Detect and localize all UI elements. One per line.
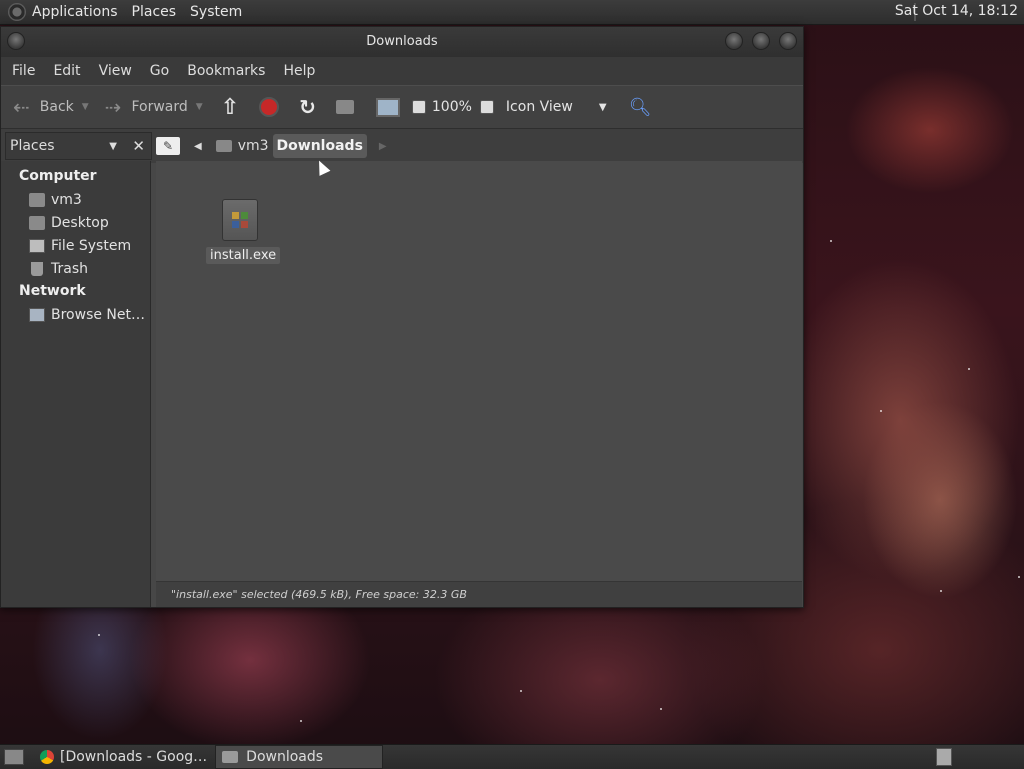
- star: [968, 368, 970, 370]
- home-icon[interactable]: [335, 100, 354, 114]
- maximize-button[interactable]: [752, 32, 770, 50]
- bottom-panel: [Downloads - Goog… Downloads: [0, 744, 1024, 769]
- edit-location-icon[interactable]: ✎: [156, 137, 180, 155]
- menu-edit[interactable]: Edit: [46, 63, 87, 79]
- sidebar-item-vm3[interactable]: vm3: [29, 188, 150, 211]
- taskbar-item-label: [Downloads - Goog…: [60, 749, 208, 765]
- taskbar-item-label: Downloads: [246, 749, 324, 765]
- places-sidebar: Computer vm3 Desktop File System Trash N…: [1, 161, 151, 607]
- breadcrumb-downloads[interactable]: Downloads: [272, 134, 367, 158]
- close-sidebar-icon[interactable]: ✕: [132, 137, 145, 155]
- folder-icon: [222, 751, 239, 763]
- sidebar-item-file-system[interactable]: File System: [29, 234, 150, 257]
- mate-logo-icon[interactable]: [8, 3, 26, 21]
- breadcrumb-right-arrow-icon[interactable]: ▶: [375, 134, 391, 158]
- sidebar-item-trash[interactable]: Trash: [29, 257, 150, 280]
- sidebar-selector[interactable]: Places ▼ ✕: [5, 132, 152, 160]
- forward-arrow-icon: ⇢: [104, 95, 122, 119]
- search-icon[interactable]: 🔍︎: [629, 97, 652, 118]
- star: [940, 590, 942, 592]
- star: [830, 240, 832, 242]
- breadcrumb-left-arrow-icon[interactable]: ◀: [190, 134, 206, 158]
- executable-icon: [222, 199, 258, 241]
- network-icon: [29, 307, 45, 322]
- sidebar-selector-dropdown-icon: ▼: [109, 140, 117, 152]
- file-item[interactable]: install.exe: [206, 199, 281, 264]
- sidebar-item-label: Browse Net…: [51, 306, 146, 323]
- location-row: Places ▼ ✕ ✎ ◀ vm3 Downloads ▶: [1, 129, 803, 163]
- clock[interactable]: Sat Oct 14, 18:12: [895, 3, 1018, 19]
- minimize-button[interactable]: [725, 32, 743, 50]
- stop-icon[interactable]: [259, 97, 280, 117]
- close-button[interactable]: [779, 32, 797, 50]
- show-desktop-icon[interactable]: [4, 749, 24, 765]
- star: [660, 708, 662, 710]
- menu-go[interactable]: Go: [143, 63, 176, 79]
- sidebar-item-label: Desktop: [51, 214, 109, 231]
- chrome-icon: [40, 750, 54, 764]
- menu-bookmarks[interactable]: Bookmarks: [180, 63, 272, 79]
- drive-icon: [29, 238, 45, 253]
- star: [98, 634, 100, 636]
- up-arrow-icon[interactable]: ⇧: [221, 95, 239, 120]
- view-mode-label: Icon View: [505, 99, 573, 115]
- forward-label: Forward: [131, 99, 188, 115]
- star: [520, 690, 522, 692]
- system-menu[interactable]: System: [190, 4, 242, 20]
- workspace-switcher-icon[interactable]: [936, 748, 952, 766]
- menu-view[interactable]: View: [92, 63, 139, 79]
- status-bar: "install.exe" selected (469.5 kB), Free …: [156, 581, 802, 607]
- trash-icon: [31, 261, 43, 276]
- home-folder-icon: [215, 140, 232, 152]
- sidebar-item-label: Trash: [51, 260, 88, 277]
- sidebar-heading-computer: Computer: [19, 168, 97, 184]
- menu-help[interactable]: Help: [276, 63, 322, 79]
- window-menu-button[interactable]: [7, 32, 25, 50]
- forward-history-dropdown-icon[interactable]: ▼: [196, 102, 203, 112]
- breadcrumb: ✎ ◀ vm3 Downloads ▶: [156, 132, 391, 160]
- forward-button[interactable]: ⇢ Forward ▼: [105, 95, 203, 119]
- window-title: Downloads: [366, 34, 438, 49]
- taskbar-item-downloads[interactable]: Downloads: [215, 745, 384, 769]
- star: [880, 410, 882, 412]
- file-name: install.exe: [206, 247, 281, 264]
- back-button[interactable]: ⇠ Back ▼: [13, 95, 89, 119]
- sidebar-selector-label: Places: [10, 138, 55, 154]
- window-titlebar[interactable]: Downloads: [1, 27, 803, 57]
- view-mode-select[interactable]: Icon View ▼: [506, 99, 607, 115]
- home-folder-icon: [29, 192, 45, 207]
- star: [1018, 576, 1020, 578]
- star: [300, 720, 302, 722]
- menu-file[interactable]: File: [5, 63, 42, 79]
- sidebar-item-label: vm3: [51, 191, 82, 208]
- back-history-dropdown-icon[interactable]: ▼: [82, 102, 89, 112]
- zoom-out-icon[interactable]: [411, 100, 426, 114]
- sidebar-heading-network: Network: [19, 283, 86, 299]
- top-panel: Applications Places System Sat Oct 14, 1…: [0, 0, 1024, 25]
- sidebar-item-browse-network[interactable]: Browse Net…: [29, 303, 150, 326]
- zoom-in-icon[interactable]: [479, 100, 494, 114]
- breadcrumb-vm3-label: vm3: [237, 138, 269, 154]
- back-arrow-icon: ⇠: [13, 95, 30, 119]
- breadcrumb-vm3[interactable]: vm3: [212, 134, 273, 158]
- reload-icon[interactable]: ↻: [299, 95, 316, 119]
- toolbar: ⇠ Back ▼ ⇢ Forward ▼ ⇧ ↻ 100% Icon View …: [1, 85, 803, 129]
- view-mode-dropdown-icon: ▼: [598, 101, 607, 113]
- sidebar-item-desktop[interactable]: Desktop: [29, 211, 150, 234]
- menubar: File Edit View Go Bookmarks Help: [1, 57, 803, 85]
- places-menu[interactable]: Places: [132, 4, 177, 20]
- file-view[interactable]: install.exe: [156, 161, 802, 581]
- taskbar-item-chrome[interactable]: [Downloads - Goog…: [34, 746, 213, 768]
- sidebar-item-label: File System: [51, 237, 132, 254]
- file-manager-window: Downloads File Edit View Go Bookmarks He…: [0, 26, 804, 608]
- desktop-folder-icon: [29, 215, 45, 230]
- back-label: Back: [39, 99, 74, 115]
- applications-menu[interactable]: Applications: [32, 4, 118, 20]
- computer-icon[interactable]: [375, 97, 400, 117]
- zoom-level[interactable]: 100%: [432, 99, 472, 115]
